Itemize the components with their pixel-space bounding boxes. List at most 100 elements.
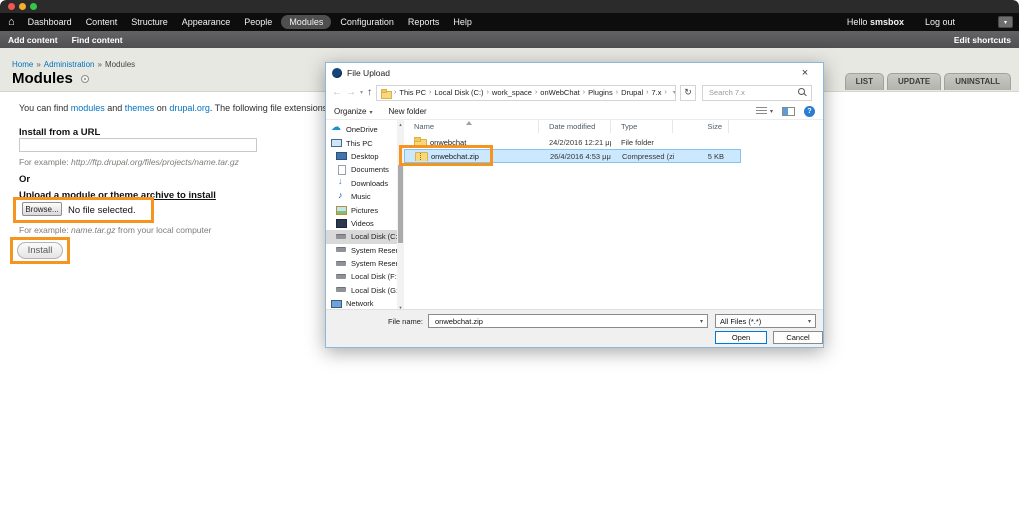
home-icon[interactable]: ⌂ [8, 16, 15, 28]
mac-zoom-button[interactable] [30, 3, 37, 10]
sidebar-item-music[interactable]: Music [326, 190, 397, 203]
forward-icon[interactable]: → [346, 87, 356, 98]
cloud-icon [331, 123, 343, 135]
picture-icon [336, 205, 348, 216]
chevron-down-icon: ▾ [1003, 19, 1007, 26]
address-segment-onwebchat[interactable]: onWebChat [540, 88, 579, 97]
address-bar[interactable]: › This PC › Local Disk (C:) › work_space… [376, 84, 677, 101]
find-content-link[interactable]: Find content [72, 35, 123, 45]
toolbar-item-structure[interactable]: Structure [131, 17, 168, 27]
download-icon [336, 177, 348, 188]
upload-example-label: For example: [19, 225, 71, 235]
file-type-cell: File folder [621, 137, 654, 147]
column-header-size[interactable]: Size [673, 120, 729, 133]
tab-list[interactable]: LIST [844, 73, 884, 90]
open-button[interactable]: Open [715, 331, 767, 344]
toolbar-dropdown-button[interactable]: ▾ [998, 16, 1013, 28]
file-name-input[interactable] [433, 315, 700, 327]
address-segment-7x[interactable]: 7.x [652, 88, 662, 97]
page-title: Modules [12, 70, 73, 87]
dialog-toolbar: Organize ▾ New folder ▾ ? [326, 103, 823, 120]
history-chevron-icon[interactable]: ▾ [360, 89, 363, 96]
view-options-button[interactable]: ▾ [755, 106, 773, 116]
page-title-row: Modules [12, 70, 89, 87]
search-input[interactable] [707, 87, 799, 98]
sidebar-item-onedrive[interactable]: OneDrive [326, 123, 397, 136]
upload-example-post: from your local computer [115, 225, 212, 235]
upload-example-file: name.tar.gz [70, 225, 116, 235]
column-header-date-modified[interactable]: Date modified [539, 120, 611, 133]
toolbar-item-dashboard[interactable]: Dashboard [28, 17, 72, 27]
preview-pane-icon[interactable] [782, 106, 795, 116]
dialog-toolbar-right: ▾ ? [755, 105, 815, 117]
modules-link[interactable]: modules [71, 103, 105, 113]
tab-update[interactable]: UPDATE [886, 73, 942, 90]
dialog-sidebar: OneDrive This PC Desktop Documents Downl… [326, 120, 397, 311]
sidebar-item-system-reserved-2[interactable]: System Reserved [326, 257, 397, 270]
new-folder-button[interactable]: New folder [388, 107, 426, 116]
sidebar-item-system-reserved-1[interactable]: System Reserved [326, 244, 397, 257]
edit-shortcuts-link[interactable]: Edit shortcuts [954, 35, 1011, 45]
no-file-selected-text: No file selected. [68, 205, 136, 216]
toolbar-item-content[interactable]: Content [86, 17, 118, 27]
toolbar-item-help[interactable]: Help [453, 17, 472, 27]
organize-menu[interactable]: Organize ▾ [334, 107, 372, 116]
breadcrumb-administration-link[interactable]: Administration [44, 60, 95, 69]
mac-close-button[interactable] [8, 3, 15, 10]
toolbar-item-appearance[interactable]: Appearance [182, 17, 231, 27]
address-dropdown-icon[interactable]: ▾ [673, 89, 675, 96]
sidebar-item-this-pc[interactable]: This PC [326, 136, 397, 149]
mac-minimize-button[interactable] [19, 3, 26, 10]
back-icon[interactable]: ← [332, 87, 342, 98]
scrollbar-thumb[interactable] [398, 165, 403, 243]
sidebar-item-downloads[interactable]: Downloads [326, 177, 397, 190]
address-segment-this-pc[interactable]: This PC [399, 88, 426, 97]
install-url-input[interactable] [19, 138, 257, 152]
address-segment-local-disk[interactable]: Local Disk (C:) [434, 88, 483, 97]
scroll-up-icon[interactable]: ▲ [397, 120, 404, 128]
themes-link[interactable]: themes [125, 103, 155, 113]
sidebar-item-local-disk-c[interactable]: Local Disk (C:) [326, 230, 397, 244]
tab-uninstall[interactable]: UNINSTALL [944, 73, 1011, 90]
sidebar-item-local-disk-f[interactable]: Local Disk (F:) [326, 270, 397, 283]
column-header-type[interactable]: Type [611, 120, 673, 133]
toolbar-item-reports[interactable]: Reports [408, 17, 440, 27]
sidebar-item-label: Videos [351, 218, 374, 228]
disk-icon [336, 285, 348, 295]
toolbar-item-people[interactable]: People [244, 17, 272, 27]
sidebar-item-local-disk-g[interactable]: Local Disk (G:) [326, 284, 397, 297]
sidebar-item-desktop[interactable]: Desktop [326, 150, 397, 163]
chevron-down-icon[interactable]: ▾ [700, 318, 703, 325]
breadcrumb: Home» Administration» Modules [12, 60, 135, 69]
dialog-nav-row: ← → ▾ ↑ › This PC › Local Disk (C:) › wo… [326, 82, 823, 103]
install-url-label: Install from a URL [19, 127, 101, 138]
address-segment-drupal[interactable]: Drupal [621, 88, 643, 97]
toolbar-item-modules[interactable]: Modules [281, 15, 332, 29]
user-greeting: Hello smsbox [847, 17, 904, 27]
address-separator: › [429, 89, 432, 96]
sidebar-item-label: Documents [351, 165, 389, 175]
dialog-close-button[interactable]: × [793, 65, 817, 81]
help-icon[interactable]: ? [804, 105, 815, 117]
breadcrumb-home-link[interactable]: Home [12, 60, 33, 69]
up-icon[interactable]: ↑ [367, 87, 372, 98]
add-content-link[interactable]: Add content [8, 35, 58, 45]
sidebar-item-pictures[interactable]: Pictures [326, 203, 397, 216]
install-button[interactable]: Install [17, 242, 63, 259]
url-example-label: For example: [19, 157, 71, 167]
logout-link[interactable]: Log out [925, 17, 955, 27]
sidebar-item-documents[interactable]: Documents [326, 163, 397, 176]
toolbar-item-configuration[interactable]: Configuration [340, 17, 394, 27]
drupal-org-link[interactable]: drupal.org [169, 103, 210, 113]
file-type-select[interactable]: All Files (*.*) ▾ [715, 314, 816, 328]
cancel-button[interactable]: Cancel [773, 331, 823, 344]
address-segment-work-space[interactable]: work_space [492, 88, 532, 97]
browse-button[interactable]: Browse... [22, 202, 62, 216]
refresh-icon: ↻ [684, 87, 692, 97]
greeting-text: Hello [846, 17, 868, 27]
sidebar-item-videos[interactable]: Videos [326, 217, 397, 230]
dialog-titlebar: File Upload × [326, 63, 823, 82]
contextual-gear-icon[interactable] [80, 74, 89, 83]
refresh-button[interactable]: ↻ [680, 84, 697, 101]
address-segment-plugins[interactable]: Plugins [588, 88, 613, 97]
